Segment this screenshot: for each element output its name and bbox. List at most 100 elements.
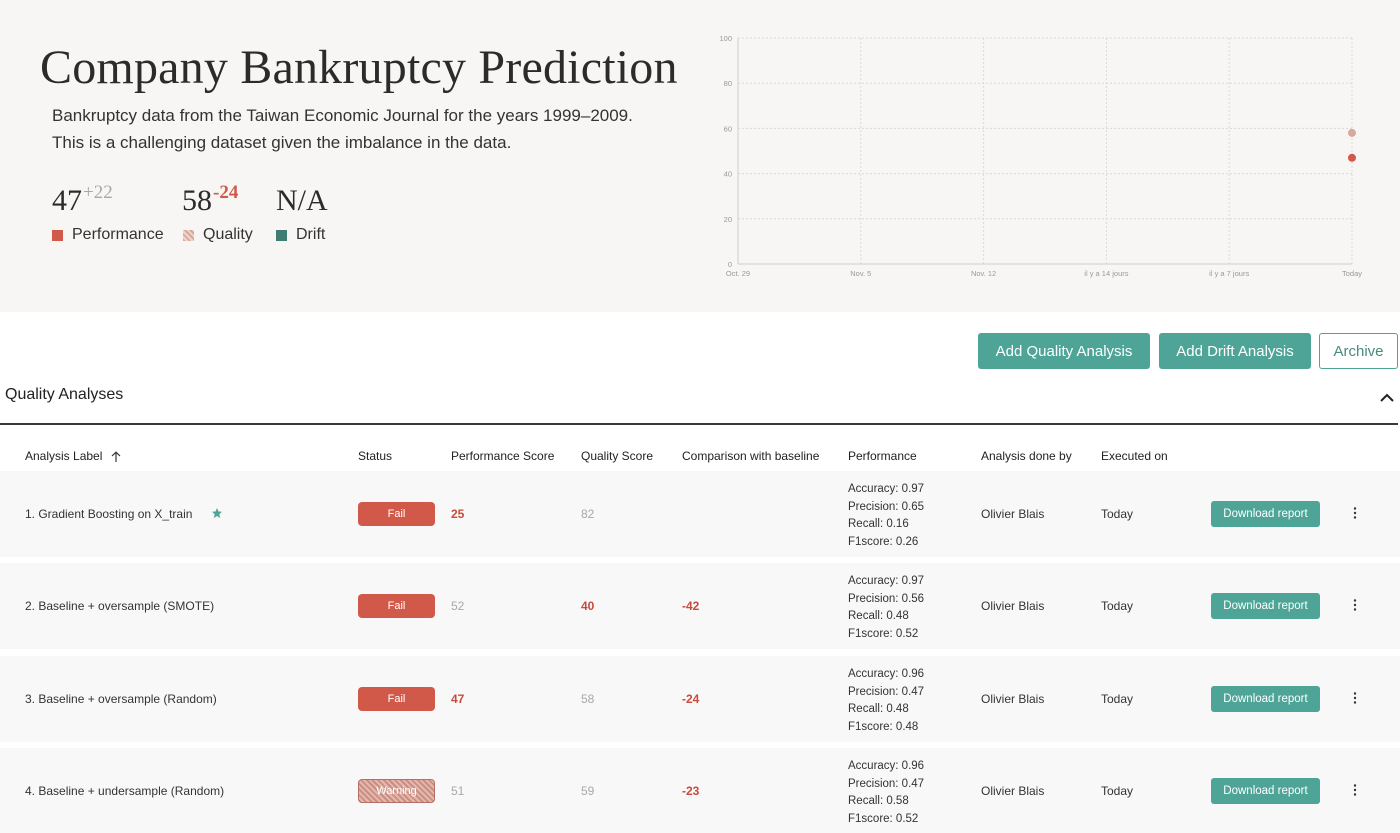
performance-delta: +22 — [83, 182, 113, 203]
column-header-text: Analysis Label — [25, 449, 103, 463]
description-line: This is a challenging dataset given the … — [52, 133, 512, 152]
download-report-button[interactable]: Download report — [1211, 686, 1320, 712]
project-header: Company Bankruptcy Prediction Bankruptcy… — [0, 0, 1400, 312]
baseline-comparison: -23 — [682, 784, 700, 798]
analysis-label[interactable]: 1. Gradient Boosting on X_train — [25, 507, 223, 521]
executed-date: Today — [1101, 784, 1134, 798]
drift-swatch — [276, 229, 287, 241]
column-header-performance-score[interactable]: Performance Score — [451, 449, 554, 463]
analysis-label-text: 1. Gradient Boosting on X_train — [25, 507, 193, 521]
accuracy-metric: Accuracy: 0.97 — [848, 483, 925, 495]
y-tick-label: 80 — [724, 79, 732, 88]
performance-metrics: Accuracy: 0.96 Precision: 0.47 Recall: 0… — [848, 758, 924, 828]
precision-metric: Precision: 0.47 — [848, 777, 925, 790]
download-report-button[interactable]: Download report — [1211, 778, 1320, 804]
drift-stat: N/A — [276, 178, 328, 217]
x-tick-label: Oct. 29 — [726, 269, 750, 278]
description-line: Bankruptcy data from the Taiwan Economic… — [52, 106, 633, 125]
quality-score: 59 — [581, 784, 595, 798]
column-header-label[interactable]: Analysis Label — [25, 449, 121, 463]
accuracy-metric: Accuracy: 0.97 — [848, 575, 925, 587]
table-row[interactable]: 3. Baseline + oversample (Random) Fail 4… — [0, 656, 1400, 742]
data-point-performance — [1348, 153, 1356, 162]
legend-label: Quality — [203, 226, 253, 243]
quality-score: 40 — [581, 599, 595, 613]
column-header-executed-on[interactable]: Executed on — [1101, 449, 1168, 463]
recall-metric: Recall: 0.16 — [848, 518, 909, 530]
x-tick-label: Nov. 5 — [850, 269, 871, 278]
y-tick-label: 100 — [719, 34, 732, 43]
score-history-svg: 0 20 40 60 80 100 Oct. 29 Nov. 5 Nov. 12 il y a 1… — [719, 34, 1362, 278]
performance-swatch — [52, 229, 63, 241]
column-header-performance[interactable]: Performance — [848, 449, 917, 463]
accuracy-metric: Accuracy: 0.96 — [848, 668, 925, 680]
archive-button[interactable]: Archive — [1319, 333, 1398, 369]
more-options-icon[interactable] — [1352, 598, 1358, 612]
section-divider — [0, 423, 1398, 425]
quality-swatch — [183, 229, 194, 241]
baseline-comparison: -24 — [682, 692, 700, 706]
analysis-author: Olivier Blais — [981, 784, 1045, 798]
x-tick-label: il y a 14 jours — [1084, 269, 1128, 278]
download-report-button[interactable]: Download report — [1211, 593, 1320, 619]
recall-metric: Recall: 0.48 — [848, 703, 909, 715]
quality-stat: 58-24 — [182, 178, 239, 217]
analysis-label[interactable]: 3. Baseline + oversample (Random) — [25, 692, 217, 706]
score-history-chart: 0 20 40 60 80 100 Oct. 29 Nov. 5 Nov. 12 il y a 1… — [712, 28, 1362, 290]
add-quality-analysis-button[interactable]: Add Quality Analysis — [978, 333, 1150, 369]
analysis-author: Olivier Blais — [981, 599, 1045, 613]
quality-value: 58 — [182, 184, 212, 217]
table-row[interactable]: 1. Gradient Boosting on X_train Fail 25 … — [0, 471, 1400, 557]
legend-label: Drift — [296, 226, 326, 243]
legend-drift: Drift — [276, 226, 325, 244]
y-tick-label: 0 — [728, 260, 732, 269]
accuracy-metric: Accuracy: 0.96 — [848, 760, 925, 772]
analysis-label[interactable]: 4. Baseline + undersample (Random) — [25, 784, 224, 798]
f1-metric: F1score: 0.48 — [848, 720, 919, 733]
section-title: Quality Analyses — [5, 386, 124, 403]
download-report-button[interactable]: Download report — [1211, 501, 1320, 527]
performance-score: 25 — [451, 507, 465, 521]
precision-metric: Precision: 0.65 — [848, 500, 925, 513]
f1-metric: F1score: 0.52 — [848, 812, 919, 825]
drift-value: N/A — [276, 184, 328, 217]
status-badge: Fail — [358, 502, 435, 526]
performance-metrics: Accuracy: 0.97 Precision: 0.56 Recall: 0… — [848, 573, 924, 643]
column-header-done-by[interactable]: Analysis done by — [981, 449, 1072, 463]
y-tick-label: 40 — [724, 170, 732, 179]
more-options-icon[interactable] — [1352, 691, 1358, 705]
quality-score: 58 — [581, 692, 595, 706]
more-options-icon[interactable] — [1352, 783, 1358, 797]
star-icon[interactable] — [211, 507, 223, 519]
more-options-icon[interactable] — [1352, 506, 1358, 520]
quality-score: 82 — [581, 507, 595, 521]
analysis-label[interactable]: 2. Baseline + oversample (SMOTE) — [25, 599, 214, 613]
column-header-status[interactable]: Status — [358, 449, 392, 463]
project-description: Bankruptcy data from the Taiwan Economic… — [52, 102, 692, 156]
executed-date: Today — [1101, 507, 1134, 521]
performance-score: 51 — [451, 784, 465, 798]
performance-score: 47 — [451, 692, 465, 706]
performance-stat: 47+22 — [52, 178, 113, 217]
analysis-author: Olivier Blais — [981, 692, 1045, 706]
table-row[interactable]: 2. Baseline + oversample (SMOTE) Fail 52… — [0, 563, 1400, 649]
status-badge: Warning — [358, 779, 435, 803]
table-row[interactable]: 4. Baseline + undersample (Random) Warni… — [0, 748, 1400, 833]
column-header-quality-score[interactable]: Quality Score — [581, 449, 653, 463]
performance-value: 47 — [52, 184, 82, 217]
chevron-up-icon[interactable] — [1379, 390, 1395, 404]
column-header-comparison[interactable]: Comparison with baseline — [682, 449, 819, 463]
precision-metric: Precision: 0.47 — [848, 685, 925, 698]
y-tick-label: 60 — [724, 124, 732, 133]
sort-ascending-icon[interactable] — [111, 451, 121, 463]
add-drift-analysis-button[interactable]: Add Drift Analysis — [1159, 333, 1311, 369]
quality-delta: -24 — [213, 182, 239, 203]
status-badge: Fail — [358, 687, 435, 711]
legend-label: Performance — [72, 226, 164, 243]
f1-metric: F1score: 0.52 — [848, 627, 919, 640]
status-badge: Fail — [358, 594, 435, 618]
x-tick-label: Nov. 12 — [971, 269, 996, 278]
executed-date: Today — [1101, 599, 1134, 613]
data-point-quality — [1348, 128, 1356, 137]
precision-metric: Precision: 0.56 — [848, 592, 925, 605]
